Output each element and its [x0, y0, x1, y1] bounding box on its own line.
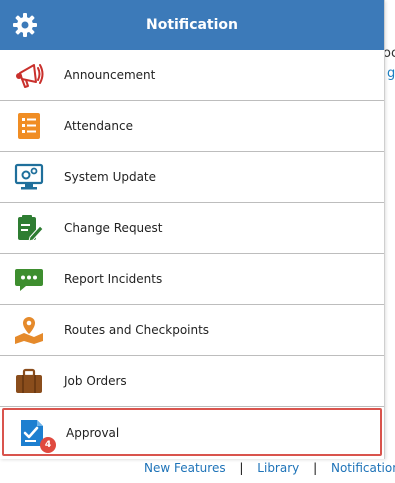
chat-bubble-icon — [14, 264, 44, 294]
list-item-report-incidents[interactable]: Report Incidents — [0, 254, 384, 305]
monitor-gear-icon — [14, 162, 44, 192]
briefcase-icon — [14, 366, 44, 396]
link-new-features[interactable]: New Features — [144, 461, 226, 475]
panel-header: Notification — [0, 0, 384, 50]
footer-links: New Features | Library | Notification — [144, 461, 395, 475]
clipboard-edit-icon — [14, 213, 44, 243]
notification-list: Announcement Attendance System Update Ch… — [0, 50, 384, 456]
notification-panel: Notification Announcement Attendance Sys… — [0, 0, 385, 459]
megaphone-icon — [14, 60, 44, 90]
list-item-label: Attendance — [64, 119, 133, 133]
panel-title: Notification — [145, 17, 239, 33]
list-item-label: Change Request — [64, 221, 163, 235]
list-item-job-orders[interactable]: Job Orders — [0, 356, 384, 407]
separator: | — [239, 461, 244, 475]
list-item-system-update[interactable]: System Update — [0, 152, 384, 203]
link-library[interactable]: Library — [257, 461, 299, 475]
checklist-icon — [14, 111, 44, 141]
notification-count-badge: 4 — [40, 437, 56, 453]
list-item-announcement[interactable]: Announcement — [0, 50, 384, 101]
list-item-approval[interactable]: 4 Approval — [2, 408, 382, 456]
list-item-label: Routes and Checkpoints — [64, 323, 210, 337]
map-pin-icon — [14, 315, 44, 345]
list-item-routes-checkpoints[interactable]: Routes and Checkpoints — [0, 305, 384, 356]
background-link[interactable]: g — [387, 66, 395, 81]
separator: | — [313, 461, 318, 475]
list-item-attendance[interactable]: Attendance — [0, 101, 384, 152]
list-item-label: Job Orders — [64, 374, 127, 388]
list-item-label: Approval — [66, 426, 120, 440]
list-item-label: Report Incidents — [64, 272, 163, 286]
list-item-label: System Update — [64, 170, 157, 184]
list-item-change-request[interactable]: Change Request — [0, 203, 384, 254]
list-item-label: Announcement — [64, 68, 156, 82]
link-notification[interactable]: Notification — [331, 461, 395, 475]
